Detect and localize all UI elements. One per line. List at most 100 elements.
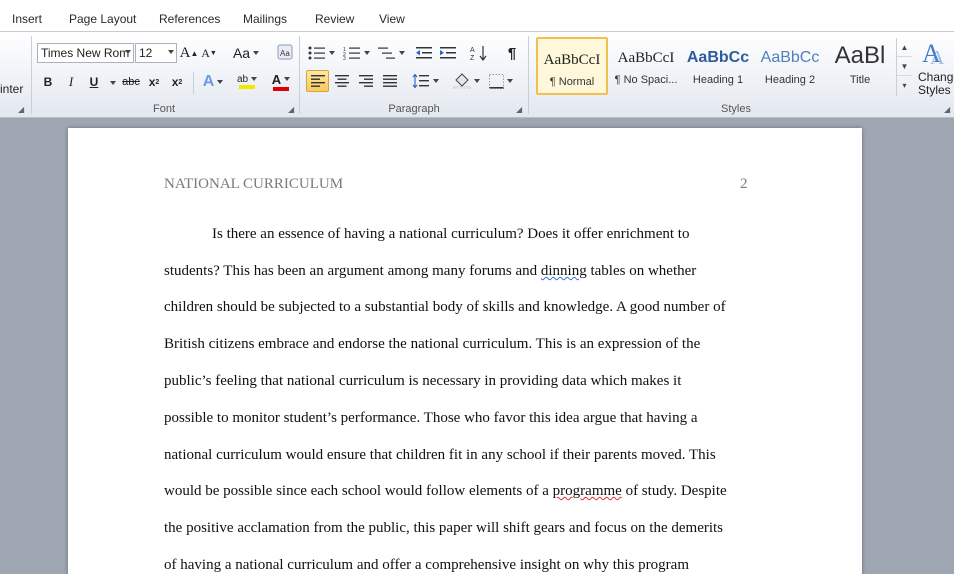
numbering-icon: 123 <box>343 47 360 60</box>
divider <box>193 72 194 94</box>
subscript-button[interactable]: x2 <box>146 71 162 93</box>
shrink-font-button[interactable]: A ▼ <box>200 42 218 64</box>
increase-indent-icon <box>440 47 456 59</box>
style-name: Heading 2 <box>764 74 816 86</box>
chevron-down-icon <box>473 79 480 83</box>
italic-button[interactable]: I <box>63 71 79 93</box>
superscript-icon: x <box>171 75 179 89</box>
style-sample: AaBbCcI <box>543 52 601 68</box>
tab-review[interactable]: Review <box>315 12 354 26</box>
underline-button[interactable]: U <box>86 71 102 93</box>
paragraph-launcher-icon[interactable]: ◢ <box>516 105 525 114</box>
change-styles-label-2: Styles <box>918 84 954 97</box>
font-color-icon: A <box>271 71 291 87</box>
page-header: NATIONAL CURRICULUM <box>164 176 344 192</box>
style-name: Heading 1 <box>692 74 744 86</box>
font-name-combo[interactable]: Times New Rom <box>37 43 134 63</box>
paint-bucket-icon <box>453 73 470 89</box>
document-line: public’s feeling that national curriculu… <box>164 373 682 389</box>
increase-indent-button[interactable] <box>438 42 458 64</box>
superscript-button[interactable]: x2 <box>169 71 185 93</box>
style-heading-1[interactable]: AaBbCc Heading 1 <box>682 37 754 95</box>
tab-page-layout[interactable]: Page Layout <box>69 12 136 26</box>
spelling-flagged-word[interactable]: programme <box>553 483 622 499</box>
clipboard-launcher-icon[interactable]: ◢ <box>18 105 27 114</box>
format-painter-label[interactable]: inter <box>0 82 23 96</box>
svg-text:Z: Z <box>470 55 475 61</box>
align-left-icon <box>310 75 325 87</box>
numbering-button[interactable]: 123 <box>341 42 371 64</box>
change-styles-button[interactable]: AA Change Styles <box>916 36 954 102</box>
style-sample: AaBl <box>834 42 886 69</box>
style-sample: AaBbCcI <box>617 50 675 66</box>
align-left-button[interactable] <box>306 70 329 92</box>
style-name: ¶ Normal <box>549 76 595 88</box>
document-line: the positive acclamation from the public… <box>164 520 724 536</box>
styles-gallery: AaBbCcI ¶ Normal AaBbCcI ¶ No Spaci... A… <box>534 37 914 99</box>
chevron-down-icon <box>251 77 258 81</box>
line-spacing-icon <box>412 74 429 88</box>
decrease-indent-button[interactable] <box>414 42 434 64</box>
style-heading-2[interactable]: AaBbCc Heading 2 <box>754 37 826 95</box>
styles-launcher-icon[interactable]: ◢ <box>944 105 953 114</box>
grammar-flagged-word[interactable]: dinning <box>541 263 587 279</box>
text-run: would be possible since each school woul… <box>164 483 553 499</box>
svg-text:A: A <box>470 47 475 54</box>
font-launcher-icon[interactable]: ◢ <box>288 105 297 114</box>
shrink-font-icon: A <box>201 45 210 60</box>
chevron-down-icon[interactable] <box>110 81 116 85</box>
align-right-button[interactable] <box>355 70 377 92</box>
align-center-icon <box>335 75 349 87</box>
sort-icon: AZ <box>470 46 487 61</box>
highlight-button[interactable]: ab <box>231 70 263 92</box>
chevron-down-icon[interactable] <box>168 50 174 54</box>
chevron-down-icon <box>328 51 335 55</box>
change-case-icon: Aa <box>232 45 251 61</box>
bullets-button[interactable] <box>307 42 335 64</box>
document-line: students? This has been an argument amon… <box>164 263 696 280</box>
font-size-combo[interactable]: 12 <box>135 43 177 63</box>
scroll-up-icon[interactable]: ▲ <box>897 38 912 57</box>
document-page[interactable]: NATIONAL CURRICULUM 2 Is there an essenc… <box>68 128 862 574</box>
document-line: would be possible since each school woul… <box>164 483 727 500</box>
bullets-icon <box>308 46 325 60</box>
document-line: possible to monitor student’s performanc… <box>164 410 698 426</box>
multilevel-list-icon <box>377 47 395 59</box>
svg-text:Aa: Aa <box>280 49 290 58</box>
show-formatting-marks-button[interactable]: ¶ <box>503 42 521 64</box>
document-line: children should be subjected to a substa… <box>164 299 726 315</box>
style-normal[interactable]: AaBbCcI ¶ Normal <box>536 37 608 95</box>
tab-mailings[interactable]: Mailings <box>243 12 287 26</box>
style-sample: AaBbCc <box>686 49 750 66</box>
align-center-button[interactable] <box>331 70 353 92</box>
align-right-icon <box>359 75 373 87</box>
multilevel-list-button[interactable] <box>376 42 406 64</box>
text-effects-button[interactable]: A <box>200 71 226 93</box>
bold-button[interactable]: B <box>40 71 56 93</box>
gallery-more-icon[interactable]: ▾ <box>897 76 912 95</box>
font-name-value: Times New Rom <box>41 46 130 60</box>
tab-view[interactable]: View <box>379 12 405 26</box>
style-no-spacing[interactable]: AaBbCcI ¶ No Spaci... <box>610 37 682 95</box>
strikethrough-button[interactable]: abc <box>120 71 142 93</box>
borders-button[interactable] <box>486 70 516 92</box>
chevron-down-icon <box>363 51 370 55</box>
highlight-label: ab <box>236 73 249 85</box>
clear-formatting-button[interactable]: Aa <box>275 41 295 63</box>
tab-references[interactable]: References <box>159 12 220 26</box>
change-case-button[interactable]: Aa <box>231 42 261 64</box>
grow-font-button[interactable]: A ▲ <box>180 42 199 64</box>
justify-button[interactable] <box>379 70 401 92</box>
font-color-label: A <box>271 71 282 87</box>
tab-insert[interactable]: Insert <box>12 12 42 26</box>
justify-icon <box>383 75 397 87</box>
chevron-down-icon[interactable] <box>125 50 131 54</box>
text-run: tables on whether <box>586 263 697 279</box>
scroll-down-icon[interactable]: ▼ <box>897 57 912 76</box>
subscript-icon: x <box>148 75 156 89</box>
sort-button[interactable]: AZ <box>469 42 489 64</box>
shading-button[interactable] <box>450 70 482 92</box>
style-title[interactable]: AaBl Title <box>824 37 896 95</box>
font-color-button[interactable]: A <box>266 70 296 92</box>
line-spacing-button[interactable] <box>410 70 440 92</box>
